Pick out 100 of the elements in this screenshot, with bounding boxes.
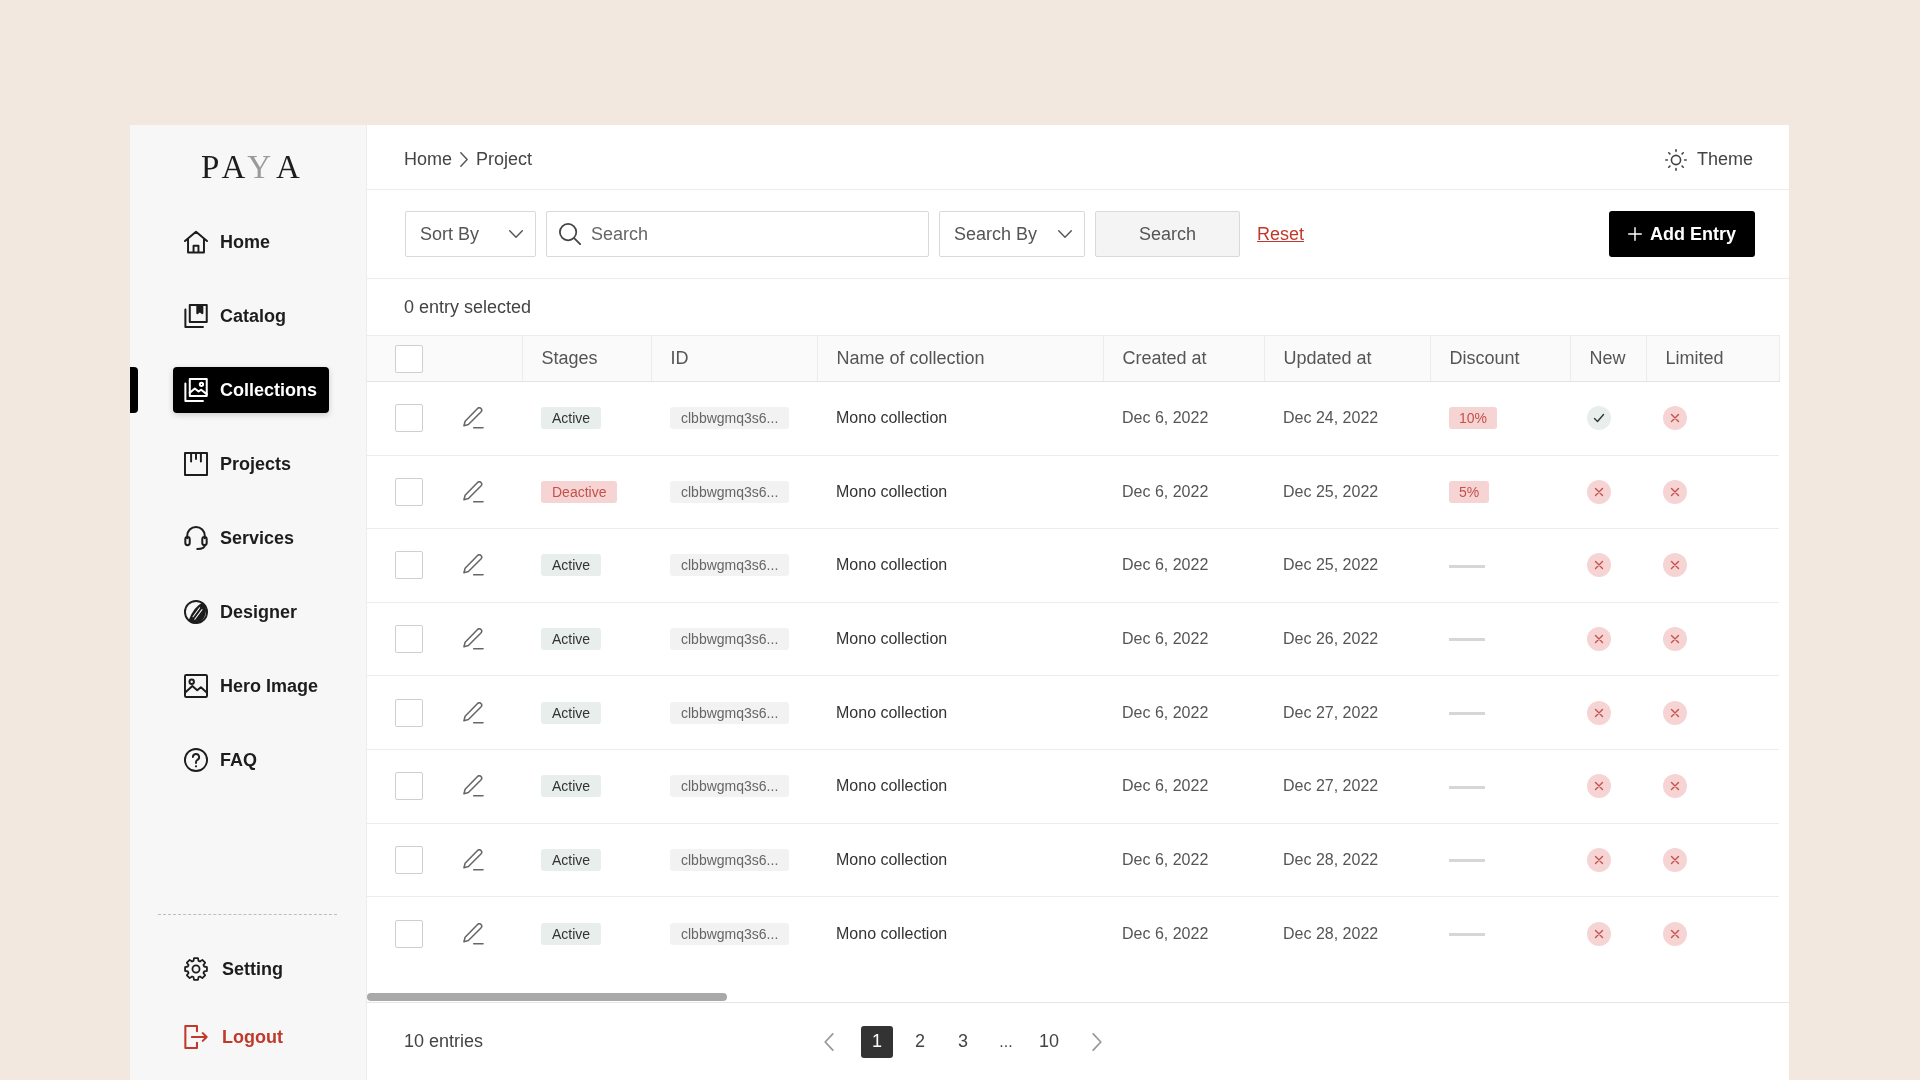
page-button[interactable]: 3 (947, 1025, 979, 1058)
nav-item[interactable]: Setting (173, 946, 329, 992)
updated-date: Dec 25, 2022 (1283, 556, 1379, 574)
collection-name: Mono collection (836, 630, 948, 648)
collection-name: Mono collection (836, 924, 948, 942)
column-header: Stages (522, 335, 651, 382)
stage-badge: Active (541, 407, 602, 430)
nav-item[interactable]: Catalog (173, 293, 329, 339)
column-header: Updated at (1264, 335, 1430, 382)
empty-value-dash (1449, 711, 1485, 715)
stage-badge: Active (541, 554, 602, 577)
theme-toggle[interactable]: Theme (1664, 146, 1753, 173)
nav-item[interactable]: Designer (173, 589, 329, 635)
updated-date: Dec 28, 2022 (1283, 850, 1379, 868)
image-icon (184, 674, 208, 698)
nav-item[interactable]: Logout (173, 1014, 329, 1060)
created-date: Dec 6, 2022 (1122, 703, 1209, 721)
nav-item[interactable]: Home (173, 219, 329, 265)
pencil-icon[interactable] (463, 554, 484, 577)
selection-count: 0 entry selected (404, 295, 532, 319)
exit-icon (184, 1025, 208, 1049)
created-date: Dec 6, 2022 (1122, 556, 1209, 574)
nav-item[interactable]: Services (173, 515, 329, 561)
pencil-icon[interactable] (463, 701, 484, 724)
created-date: Dec 6, 2022 (1122, 409, 1209, 427)
column-header: New (1570, 335, 1646, 382)
sun-icon (1664, 148, 1687, 171)
row-checkbox[interactable] (395, 625, 423, 654)
created-date: Dec 6, 2022 (1122, 630, 1209, 648)
chevron-left-icon[interactable] (823, 1032, 835, 1051)
empty-value-dash (1449, 785, 1485, 789)
column-header: Discount (1430, 335, 1570, 382)
reset-link[interactable]: Reset (1257, 220, 1305, 248)
chevron-right-icon[interactable] (1091, 1032, 1103, 1051)
stage-badge: Active (541, 775, 602, 798)
collection-name: Mono collection (836, 556, 948, 574)
logo: PAYA (200, 151, 300, 184)
search-field[interactable]: Search (546, 211, 929, 257)
stage-badge: Deactive (541, 480, 618, 503)
column-header: Name of collection (817, 335, 1103, 382)
collection-name: Mono collection (836, 409, 948, 427)
breadcrumb-link[interactable]: Home (404, 146, 452, 173)
created-date: Dec 6, 2022 (1122, 482, 1209, 500)
pencil-icon[interactable] (463, 480, 484, 503)
active-indicator (130, 367, 138, 413)
id-chip: clbbwgmq3s6... (670, 848, 790, 871)
chevron-down-icon (509, 230, 523, 238)
id-chip: clbbwgmq3s6... (670, 922, 790, 945)
sort-dropdown[interactable]: Sort By (405, 211, 536, 257)
collection-name: Mono collection (836, 703, 948, 721)
pencil-icon[interactable] (463, 407, 484, 430)
empty-value-dash (1449, 638, 1485, 642)
search-by-dropdown[interactable]: Search By (939, 211, 1085, 257)
page-button[interactable]: 2 (904, 1025, 936, 1058)
column-header: Limited (1646, 335, 1779, 382)
row-checkbox[interactable] (395, 404, 423, 433)
board-icon (184, 452, 208, 476)
nav-item[interactable]: FAQ (173, 737, 329, 783)
empty-value-dash (1449, 932, 1485, 936)
column-header: ID (651, 335, 817, 382)
plus-icon (1628, 227, 1642, 241)
collection-name: Mono collection (836, 482, 948, 500)
column-header: Created at (1103, 335, 1264, 382)
page-button[interactable]: 10 (1033, 1025, 1065, 1058)
collection-name: Mono collection (836, 850, 948, 868)
empty-value-dash (1449, 859, 1485, 863)
nav-item[interactable]: Hero Image (173, 663, 329, 709)
nav-item[interactable]: Projects (173, 441, 329, 487)
updated-date: Dec 24, 2022 (1283, 409, 1379, 427)
row-checkbox[interactable] (395, 845, 423, 874)
home-icon (184, 230, 208, 254)
scrollbar[interactable] (367, 993, 727, 1001)
row-checkbox[interactable] (395, 772, 423, 801)
headset-icon (184, 526, 208, 550)
row-checkbox[interactable] (395, 919, 423, 948)
id-chip: clbbwgmq3s6... (670, 554, 790, 577)
row-checkbox[interactable] (395, 698, 423, 727)
chevron-right-icon (460, 152, 468, 167)
search-button[interactable]: Search (1095, 211, 1240, 257)
collection-name: Mono collection (836, 777, 948, 795)
stage-badge: Active (541, 628, 602, 651)
created-date: Dec 6, 2022 (1122, 924, 1209, 942)
pencil-icon[interactable] (463, 775, 484, 798)
row-checkbox[interactable] (395, 477, 423, 506)
pencil-icon[interactable] (463, 848, 484, 871)
updated-date: Dec 27, 2022 (1283, 703, 1379, 721)
page-button[interactable]: 1 (861, 1025, 893, 1058)
breadcrumb-current: Project (476, 148, 533, 171)
add-entry-button[interactable]: Add Entry (1609, 211, 1755, 257)
search-icon (559, 223, 581, 245)
pencil-icon[interactable] (463, 922, 484, 945)
updated-date: Dec 27, 2022 (1283, 777, 1379, 795)
stage-badge: Active (541, 701, 602, 724)
updated-date: Dec 28, 2022 (1283, 924, 1379, 942)
row-checkbox[interactable] (395, 551, 423, 580)
pencil-icon[interactable] (463, 628, 484, 651)
question-circle-icon (184, 748, 208, 772)
select-all-checkbox[interactable] (395, 344, 423, 373)
created-date: Dec 6, 2022 (1122, 850, 1209, 868)
entries-count: 10 entries (404, 1030, 485, 1053)
